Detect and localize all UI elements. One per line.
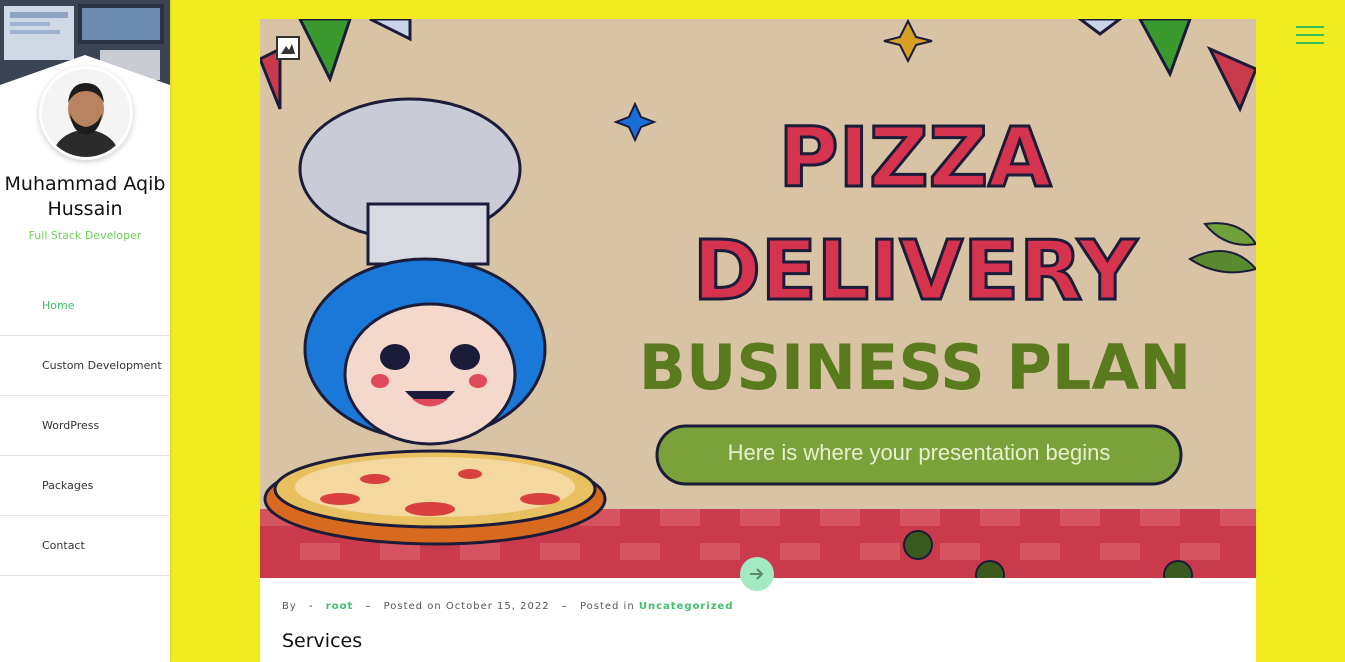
nav-item-contact[interactable]: Contact	[0, 516, 170, 576]
image-icon	[276, 36, 300, 60]
hamburger-icon[interactable]	[1296, 26, 1324, 46]
post-meta: By - root – Posted on October 15, 2022 –…	[282, 601, 734, 612]
nav-menu: Home Custom Development WordPress Packag…	[0, 276, 170, 576]
profile-role: Full Stack Developer	[28, 229, 142, 242]
post-title[interactable]: Services	[282, 630, 362, 652]
posted-in-label: Posted in	[579, 601, 635, 612]
nav-item-home[interactable]: Home	[0, 276, 170, 336]
posted-on-label: Posted on	[383, 601, 442, 612]
category-link[interactable]: Uncategorized	[639, 601, 734, 612]
post-date: October 15, 2022	[445, 601, 550, 612]
hero-title-line3: BUSINESS PLAN	[639, 331, 1192, 404]
sidebar: Muhammad Aqib Hussain Full Stack Develop…	[0, 0, 170, 662]
author-link[interactable]: root	[326, 601, 353, 612]
profile-name: Muhammad Aqib Hussain	[4, 173, 166, 220]
arrow-right-icon	[750, 568, 764, 580]
featured-image[interactable]: PIZZA DELIVERY BUSINESS PLAN Here is whe…	[260, 19, 1256, 590]
nav-item-wordpress[interactable]: WordPress	[0, 396, 170, 456]
avatar	[39, 66, 133, 160]
nav-item-custom-development[interactable]: Custom Development	[0, 336, 170, 396]
next-post-button[interactable]	[740, 557, 774, 591]
post-card: PIZZA DELIVERY BUSINESS PLAN Here is whe…	[260, 19, 1256, 662]
nav-item-packages[interactable]: Packages	[0, 456, 170, 516]
by-label: By	[282, 601, 297, 612]
hero-title-line1: PIZZA	[779, 111, 1053, 206]
hero-title-line2: DELIVERY	[693, 224, 1139, 319]
hero-subtitle: Here is where your presentation begins	[728, 440, 1111, 465]
